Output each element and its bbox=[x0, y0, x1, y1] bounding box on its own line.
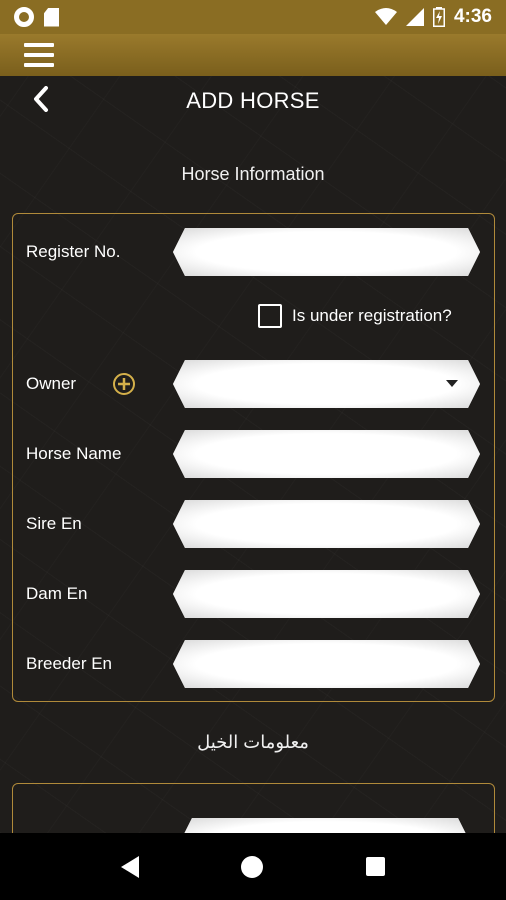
horse-name-label: Horse Name bbox=[26, 444, 122, 463]
hamburger-menu-icon[interactable] bbox=[24, 43, 54, 67]
navigation-bar bbox=[0, 833, 506, 900]
breeder-en-field[interactable] bbox=[173, 640, 480, 688]
under-registration-label: Is under registration? bbox=[292, 306, 452, 325]
sire-en-label: Sire En bbox=[26, 514, 82, 533]
sd-card-icon bbox=[44, 7, 59, 27]
battery-charging-icon bbox=[432, 7, 445, 27]
header-row: ADD HORSE bbox=[0, 76, 506, 122]
breeder-en-label: Breeder En bbox=[26, 654, 112, 673]
arabic-field[interactable] bbox=[180, 818, 470, 833]
dam-en-label: Dam En bbox=[26, 584, 88, 603]
dam-en-field[interactable] bbox=[173, 570, 480, 618]
status-bar: 4:36 bbox=[0, 0, 506, 34]
owner-label: Owner bbox=[26, 374, 77, 393]
app-bar bbox=[0, 34, 506, 76]
home-circle-icon[interactable] bbox=[241, 855, 264, 878]
caret-down-icon bbox=[446, 380, 458, 387]
status-time: 4:36 bbox=[453, 6, 492, 27]
page-title: ADD HORSE bbox=[186, 88, 320, 113]
sire-en-field[interactable] bbox=[173, 500, 480, 548]
content-area[interactable]: ADD HORSE Horse Information Register No.… bbox=[0, 76, 506, 833]
register-no-label: Register No. bbox=[26, 242, 121, 261]
under-registration-checkbox[interactable] bbox=[258, 304, 282, 328]
section-title-en: Horse Information bbox=[181, 164, 325, 184]
section-title-ar: معلومات الخيل bbox=[197, 732, 309, 752]
circle-notification-icon bbox=[14, 7, 34, 27]
add-owner-button[interactable] bbox=[113, 373, 135, 395]
signal-icon bbox=[405, 8, 424, 26]
horse-name-field[interactable] bbox=[173, 430, 480, 478]
wifi-icon bbox=[374, 8, 397, 25]
register-no-field[interactable] bbox=[173, 228, 480, 276]
owner-dropdown[interactable] bbox=[173, 360, 480, 408]
under-registration-row[interactable]: Is under registration? bbox=[258, 304, 452, 328]
back-triangle-icon[interactable] bbox=[121, 855, 140, 878]
plus-circle-icon bbox=[118, 378, 130, 390]
recents-square-icon[interactable] bbox=[365, 857, 385, 876]
